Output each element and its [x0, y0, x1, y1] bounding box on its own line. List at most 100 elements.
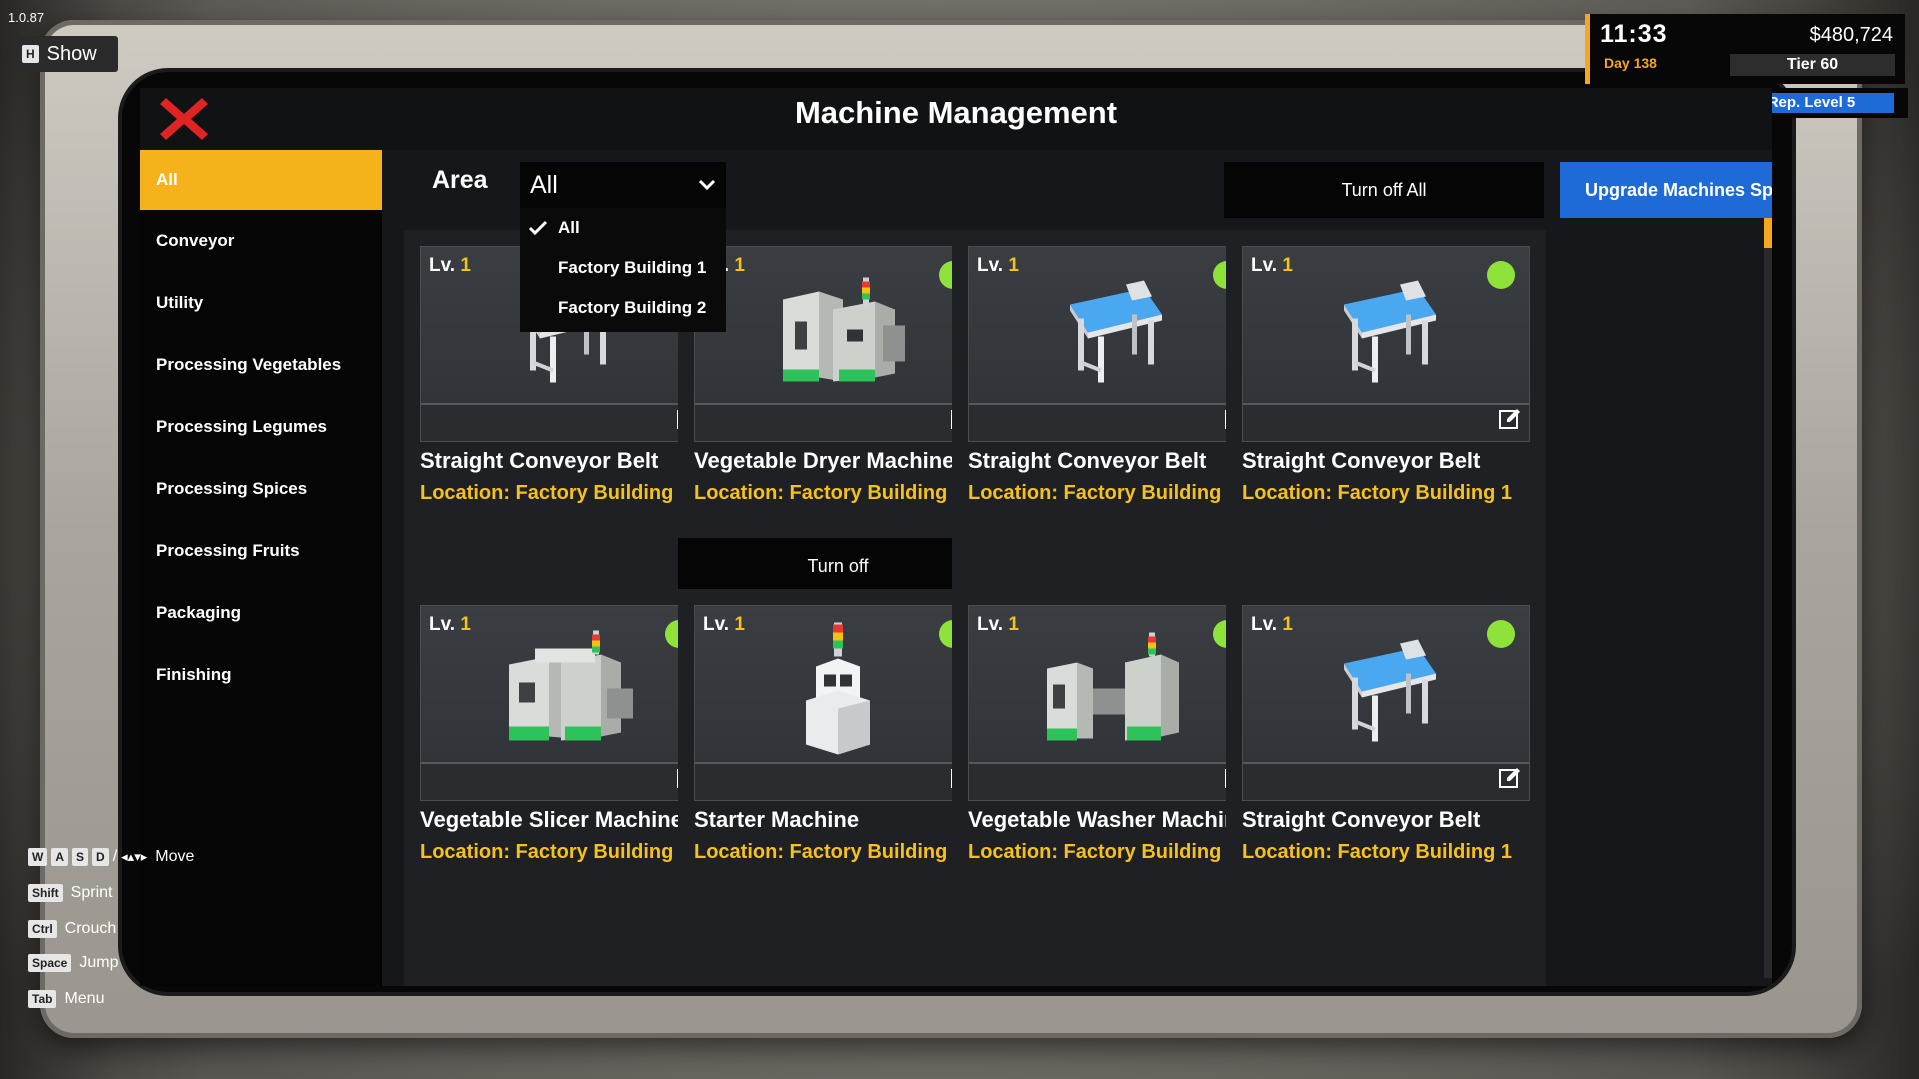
- starter-machine-icon: [788, 619, 888, 764]
- conveyor-belt-icon: [1326, 634, 1446, 749]
- key-cap: A: [51, 848, 68, 866]
- area-option-label: All: [558, 218, 580, 237]
- machine-image-footer: [421, 762, 707, 800]
- machine-image-footer: [969, 403, 1255, 441]
- key-cap: Space: [28, 954, 72, 972]
- scrollbar[interactable]: [1764, 218, 1772, 978]
- control-label: Sprint: [70, 884, 113, 901]
- machine-location: Location: Factory Building 1: [1242, 482, 1513, 504]
- machine-location: Location: Factory Building 1: [694, 482, 965, 504]
- machine-level: Lv. 1: [429, 614, 471, 635]
- machine-card[interactable]: Lv. 1 Vegetable Slicer Machine Location: F…: [404, 589, 724, 986]
- sidebar-item-finishing[interactable]: Finishing: [140, 644, 382, 706]
- machine-image: Lv. 1: [1242, 605, 1530, 801]
- area-select[interactable]: All: [520, 162, 726, 208]
- machine-name: Straight Conveyor Belt: [1242, 807, 1481, 832]
- game-version: 1.0.87: [8, 10, 45, 25]
- machine-image-footer: [1243, 403, 1529, 441]
- machine-name: Vegetable Washer Machine: [968, 807, 1250, 832]
- control-separator: /: [112, 848, 118, 865]
- control-label: Move: [155, 848, 195, 865]
- sidebar-item-utility[interactable]: Utility: [140, 272, 382, 334]
- machine-level: Lv. 1: [429, 255, 471, 276]
- show-label: Show: [46, 42, 97, 65]
- machine-image: Lv. 1: [694, 605, 982, 801]
- washer-machine-icon: [1037, 629, 1187, 754]
- machine-image-footer: [969, 762, 1255, 800]
- edit-icon[interactable]: [1499, 767, 1521, 794]
- machine-name: Straight Conveyor Belt: [968, 448, 1207, 473]
- sidebar-item-processing-vegetables[interactable]: Processing Vegetables: [140, 334, 382, 396]
- sidebar-item-all[interactable]: All: [140, 150, 382, 210]
- machine-management-window: Machine Management All Conveyor Utility …: [140, 88, 1772, 986]
- area-option-factory-building-1[interactable]: Factory Building 1: [520, 248, 726, 288]
- turn-off-button[interactable]: Turn off: [678, 538, 998, 594]
- machine-location: Location: Factory Building 1: [694, 841, 965, 863]
- control-hint-row: Ctrl Crouch: [28, 920, 116, 938]
- edit-icon[interactable]: [1499, 408, 1521, 435]
- machine-location: Location: Factory Building 1: [1242, 841, 1513, 863]
- machine-image-footer: [1243, 762, 1529, 800]
- control-hint-row: Tab Menu: [28, 990, 104, 1008]
- key-cap: W: [28, 848, 48, 866]
- machine-level: Lv. 1: [1251, 614, 1293, 635]
- machine-list: Area All All Factory Building 1 Factory …: [382, 150, 1772, 986]
- checkmark-icon: [528, 220, 548, 236]
- machine-image: Lv. 1: [968, 605, 1256, 801]
- control-label: Jump: [79, 954, 119, 971]
- machine-level: Lv. 1: [977, 614, 1019, 635]
- machine-image-footer: [695, 762, 981, 800]
- sidebar-item-packaging[interactable]: Packaging: [140, 582, 382, 644]
- area-option-all[interactable]: All: [520, 208, 726, 248]
- upgrade-all-speed-button[interactable]: Upgrade Machines Speed Level: [1560, 162, 1772, 218]
- machine-card[interactable]: Lv. 1 Starter Machine Location: Factory Bu…: [678, 589, 998, 986]
- hud-day: Day 138: [1604, 55, 1657, 71]
- machine-image: Lv. 1: [694, 246, 982, 442]
- arrow-keys-icon: ◂▴▾▸: [121, 849, 148, 864]
- dryer-machine-icon: [763, 270, 913, 395]
- scrollbar-thumb[interactable]: [1764, 218, 1772, 248]
- machine-image: Lv. 1: [1242, 246, 1530, 442]
- machine-image-footer: [695, 403, 981, 441]
- area-option-factory-building-2[interactable]: Factory Building 2: [520, 288, 726, 328]
- sidebar-item-conveyor[interactable]: Conveyor: [140, 210, 382, 272]
- conveyor-belt-icon: [1326, 275, 1446, 390]
- control-hint-row: Space Jump: [28, 954, 118, 972]
- key-cap: Ctrl: [28, 920, 57, 938]
- machine-image: Lv. 1: [968, 246, 1256, 442]
- show-button[interactable]: H Show: [12, 36, 118, 72]
- key-cap: Tab: [28, 990, 57, 1008]
- chevron-down-icon: [698, 179, 716, 191]
- area-selected-value: All: [530, 170, 558, 199]
- machine-image-footer: [421, 403, 707, 441]
- sidebar-item-processing-fruits[interactable]: Processing Fruits: [140, 520, 382, 582]
- key-cap: Shift: [28, 884, 63, 902]
- machine-name: Vegetable Slicer Machine: [420, 807, 683, 832]
- status-on-indicator: [1487, 620, 1515, 648]
- area-dropdown: All Factory Building 1 Factory Building …: [520, 208, 726, 332]
- control-label: Crouch: [64, 920, 117, 937]
- machine-name: Vegetable Dryer Machine: [694, 448, 955, 473]
- machine-level: Lv. 1: [703, 614, 745, 635]
- sidebar-item-processing-spices[interactable]: Processing Spices: [140, 458, 382, 520]
- conveyor-belt-icon: [1052, 275, 1172, 390]
- control-hint-row: W A S D / ◂▴▾▸ Move: [28, 848, 194, 866]
- window-title: Machine Management: [794, 95, 1118, 130]
- machine-image: Lv. 1: [420, 605, 708, 801]
- hud-panel: 11:33 Day 138 $480,724 Tier 60: [1585, 14, 1905, 84]
- slicer-machine-icon: [489, 629, 639, 754]
- machine-name: Straight Conveyor Belt: [420, 448, 659, 473]
- key-cap: D: [92, 848, 109, 866]
- machine-card[interactable]: Lv. 1 Vegetable Washer Machine Location: F…: [952, 589, 1272, 986]
- machine-location: Location: Factory Building 1: [420, 482, 691, 504]
- machine-name: Starter Machine: [694, 807, 860, 832]
- key-cap: S: [72, 848, 89, 866]
- control-hint-row: Shift Sprint: [28, 884, 112, 902]
- machine-location: Location: Factory Building 1: [968, 841, 1239, 863]
- hud-money: $480,724: [1809, 24, 1893, 46]
- turn-off-all-button[interactable]: Turn off All: [1224, 162, 1544, 218]
- sidebar-item-processing-legumes[interactable]: Processing Legumes: [140, 396, 382, 458]
- area-label: Area: [432, 166, 488, 194]
- machine-card[interactable]: Lv. 1 Straight Conveyor Belt Location: Fac…: [1226, 589, 1546, 986]
- control-label: Menu: [64, 990, 105, 1007]
